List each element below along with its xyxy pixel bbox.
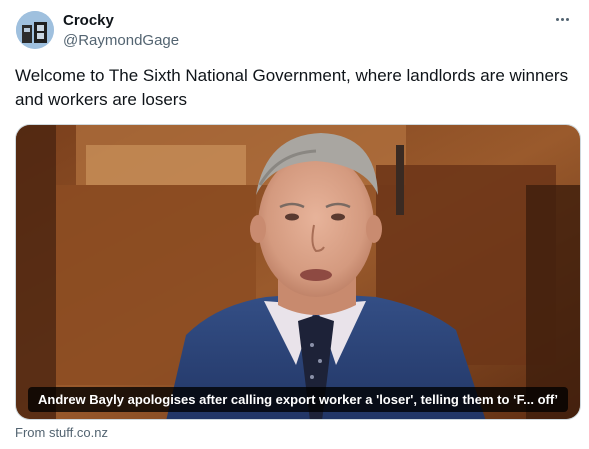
card-caption: Andrew Bayly apologises after calling ex… <box>28 387 569 412</box>
article-photo <box>16 125 580 419</box>
tweet-card[interactable]: Crocky @RaymondGage Welcome to The Sixth… <box>0 0 589 449</box>
more-dot <box>555 17 559 21</box>
avatar-image <box>16 11 54 49</box>
more-dot <box>565 17 569 21</box>
card-source-link[interactable]: From stuff.co.nz <box>15 425 108 441</box>
more-dot <box>560 17 564 21</box>
author-avatar[interactable] <box>16 11 54 49</box>
author-display-name[interactable]: Crocky <box>63 12 114 30</box>
more-options-icon[interactable] <box>549 9 575 29</box>
link-card[interactable]: Andrew Bayly apologises after calling ex… <box>15 124 581 420</box>
tweet-text: Welcome to The Sixth National Government… <box>15 66 569 109</box>
author-handle[interactable]: @RaymondGage <box>63 32 179 50</box>
